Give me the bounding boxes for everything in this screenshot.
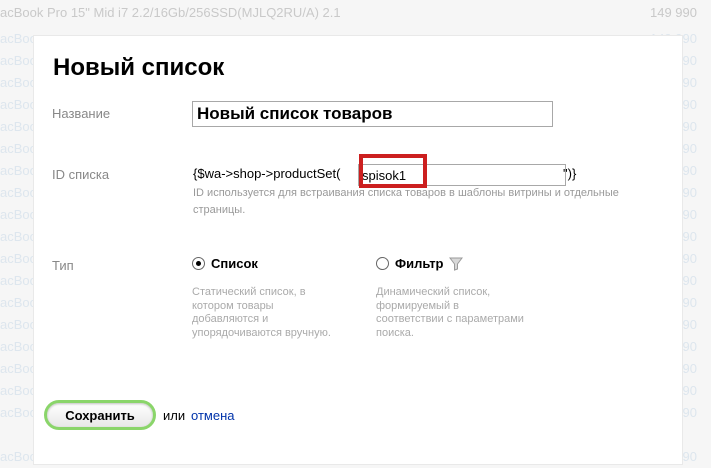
type-option-filter-label: Фильтр xyxy=(395,256,444,271)
id-label: ID списка xyxy=(52,167,110,182)
type-static-description: Статический список, в котором товары доб… xyxy=(192,286,331,339)
background-row: acBook Pro 15" Mid i7 2.2/16Gb/256SSD(MJ… xyxy=(0,5,697,20)
radio-checked-icon[interactable] xyxy=(192,257,205,270)
dialog-title: Новый список xyxy=(53,54,225,81)
filter-funnel-icon xyxy=(448,257,463,271)
type-option-static[interactable]: Список xyxy=(192,256,258,271)
id-code-suffix: ")} xyxy=(563,166,577,181)
name-label: Название xyxy=(52,106,111,121)
cancel-link[interactable]: отмена xyxy=(191,408,234,423)
or-text: или xyxy=(163,408,186,423)
new-list-dialog: Новый список Название ID списка {$wa->sh… xyxy=(34,36,682,464)
type-filter-description: Динамический список, формируемый в соотв… xyxy=(376,286,524,339)
id-hint-text: ID используется для встраивания списка т… xyxy=(193,187,619,216)
type-label: Тип xyxy=(52,258,74,273)
list-id-input[interactable] xyxy=(358,164,566,186)
save-button[interactable]: Сохранить xyxy=(44,400,156,430)
type-option-static-label: Список xyxy=(211,256,258,271)
list-name-input[interactable] xyxy=(192,101,553,127)
radio-unchecked-icon[interactable] xyxy=(376,257,389,270)
id-code-prefix: {$wa->shop->productSet( xyxy=(193,166,341,181)
type-option-filter[interactable]: Фильтр xyxy=(376,256,463,271)
